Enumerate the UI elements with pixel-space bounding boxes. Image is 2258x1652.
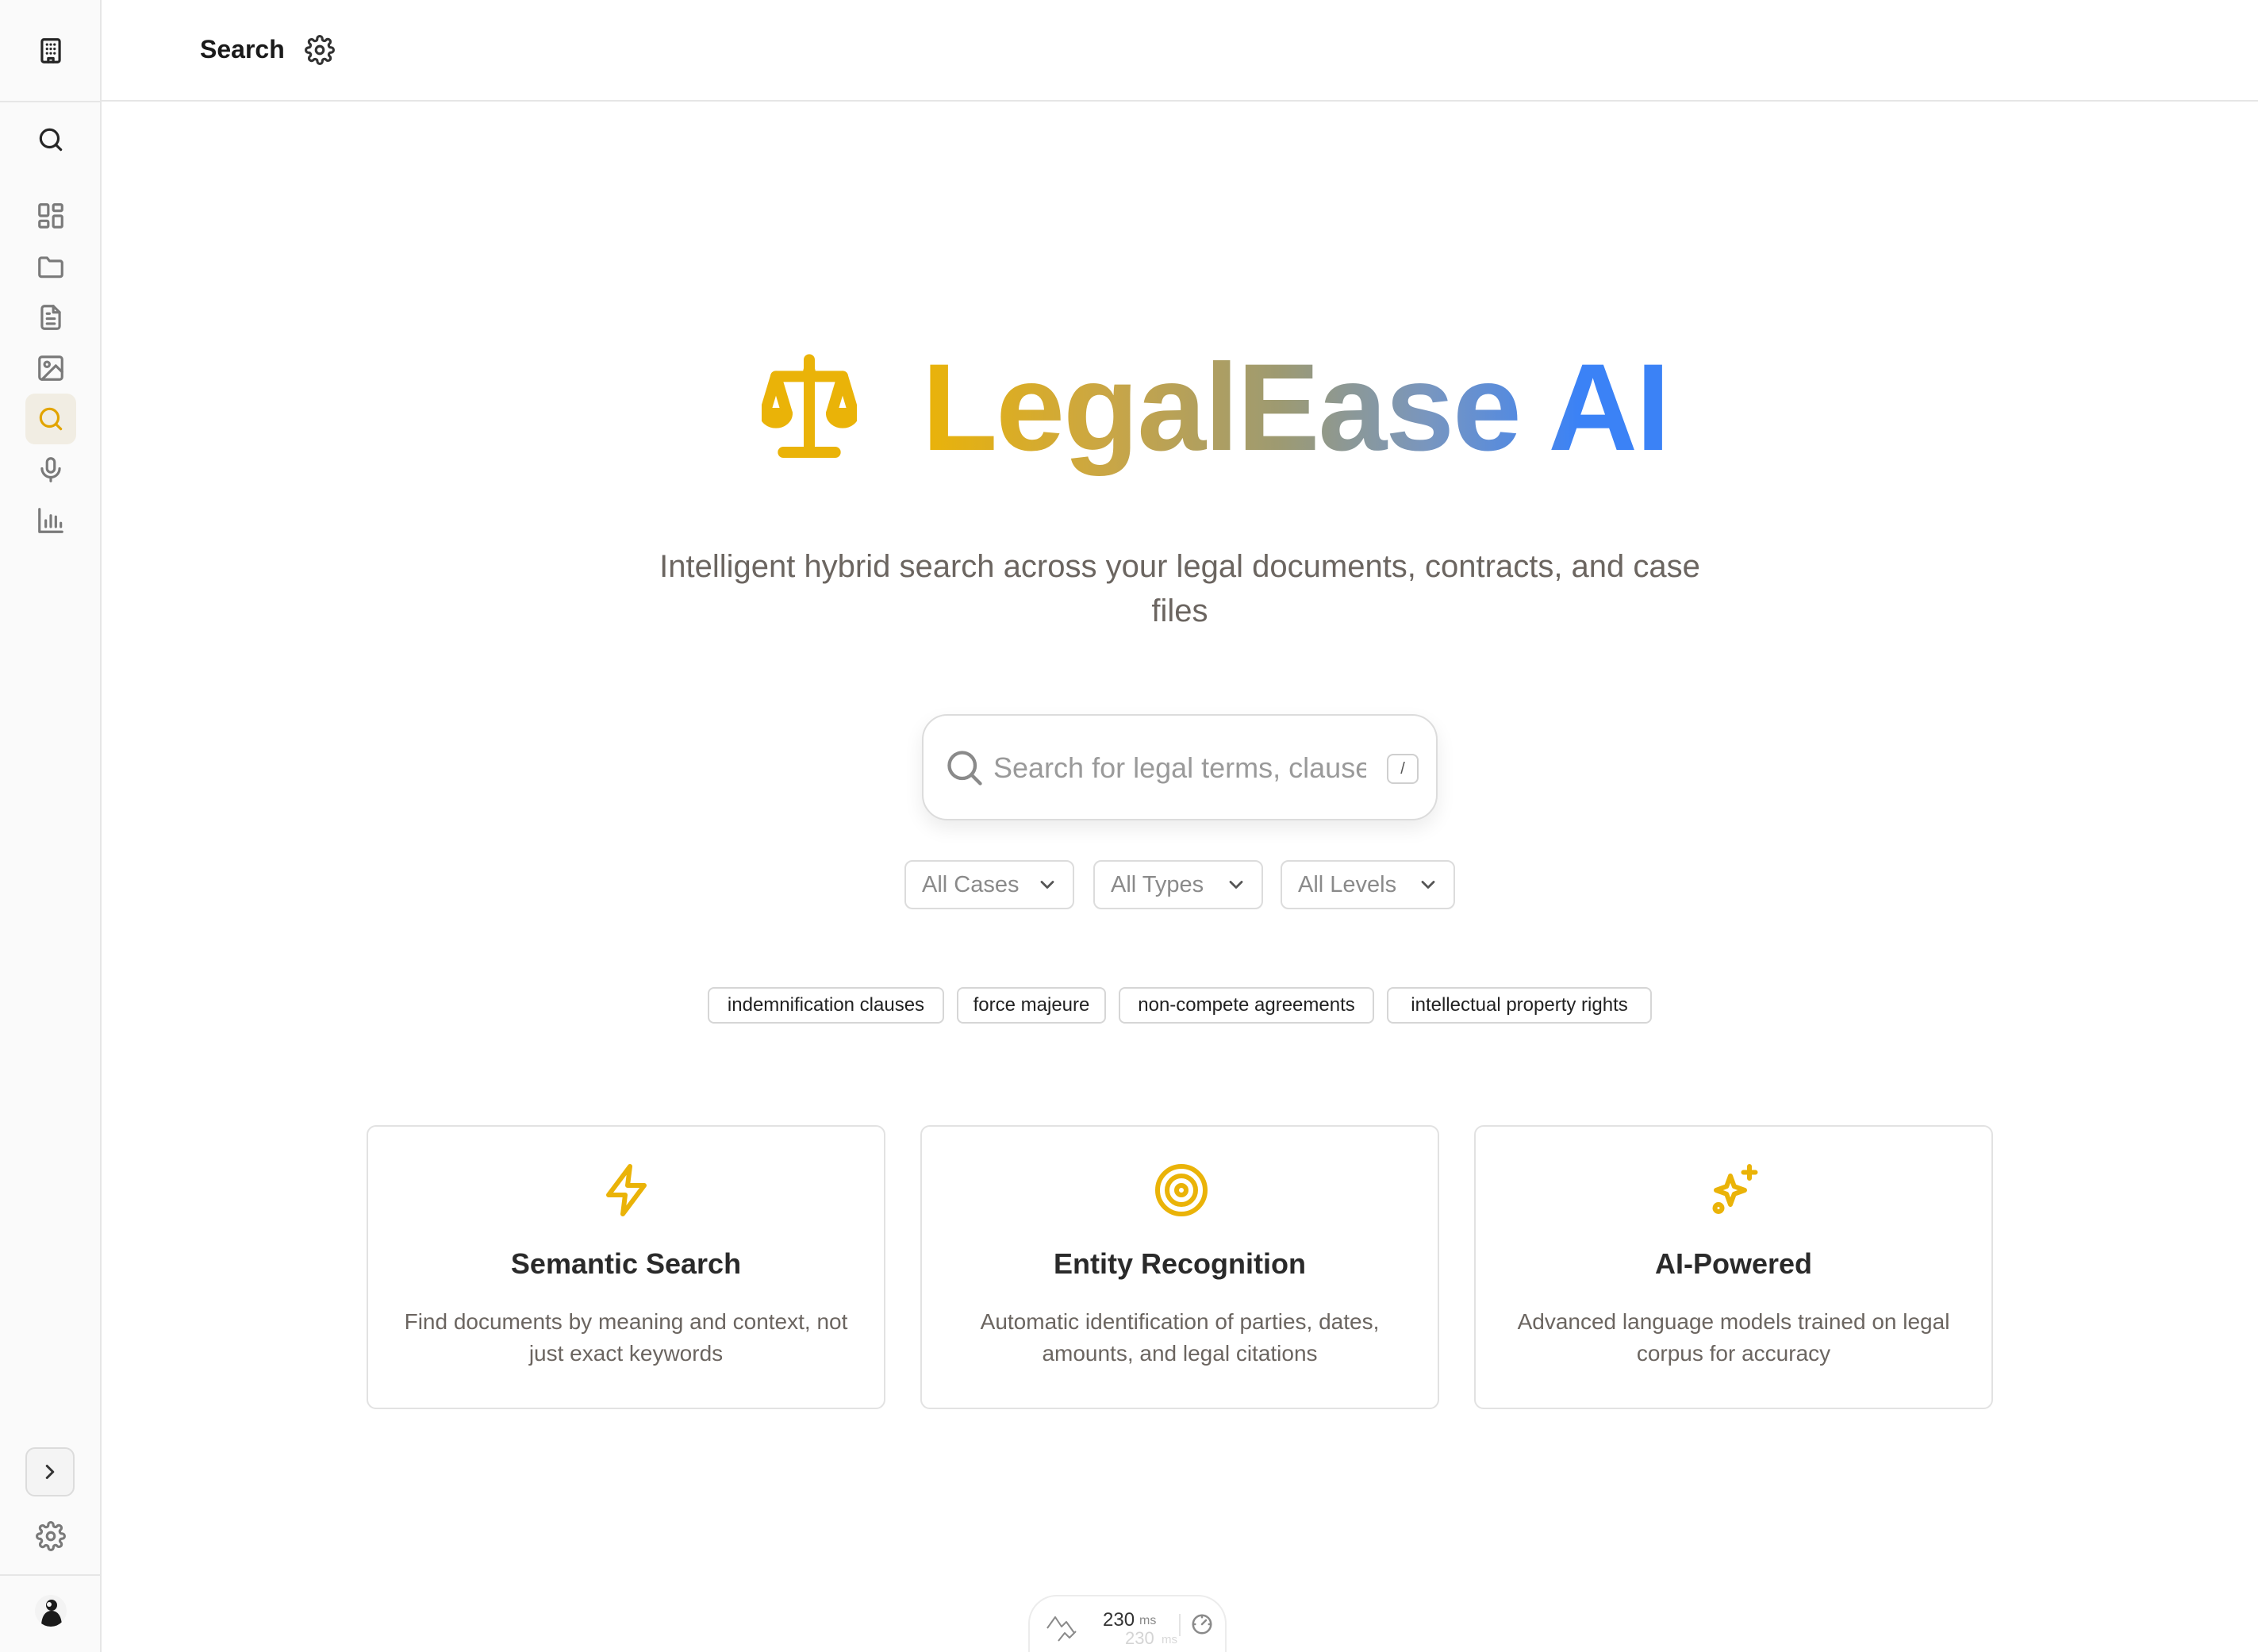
filter-cases-select[interactable]: All Cases — [904, 860, 1074, 909]
avatar[interactable] — [35, 1595, 67, 1627]
filter-levels-select[interactable]: All Levels — [1281, 860, 1455, 909]
document-icon[interactable] — [25, 292, 76, 343]
microphone-icon[interactable] — [25, 444, 76, 495]
search-icon-active[interactable] — [25, 394, 76, 444]
feature-title: Entity Recognition — [1054, 1247, 1306, 1280]
feature-description: Automatic identification of parties, dat… — [980, 1309, 1380, 1366]
latency-value-shadow: 230 — [1125, 1628, 1154, 1648]
bar-chart-icon[interactable] — [25, 495, 76, 546]
lightning-icon — [599, 1162, 656, 1219]
brand-title: LegalEase AI — [922, 336, 1670, 479]
latency-indicator[interactable]: 230 ms 230 ms — [1028, 1595, 1227, 1652]
feature-description: Advanced language models trained on lega… — [1517, 1309, 1950, 1366]
suggestion-chip[interactable]: force majeure — [957, 987, 1106, 1024]
sparkles-icon — [1707, 1162, 1764, 1219]
filter-label: All Levels — [1298, 871, 1397, 897]
search-input[interactable] — [993, 744, 1366, 792]
settings-gear-icon[interactable] — [305, 35, 335, 65]
filter-types-select[interactable]: All Types — [1093, 860, 1263, 909]
building-icon[interactable] — [25, 25, 76, 76]
chevron-right-icon — [45, 1465, 55, 1479]
search-icon[interactable] — [25, 114, 76, 165]
top-bar: Search — [102, 0, 2258, 102]
target-icon — [1153, 1162, 1210, 1219]
sidebar-divider — [0, 101, 102, 102]
filter-label: All Cases — [922, 871, 1020, 897]
chevron-down-icon — [1421, 881, 1435, 889]
feature-description: Find documents by meaning and context, n… — [404, 1309, 848, 1366]
image-icon[interactable] — [25, 343, 76, 394]
feature-card: Semantic Search Find documents by meanin… — [367, 1125, 885, 1409]
suggestion-chip[interactable]: intellectual property rights — [1387, 987, 1652, 1024]
folder-icon[interactable] — [25, 241, 76, 292]
suggestion-chip[interactable]: non-compete agreements — [1119, 987, 1374, 1024]
gauge-icon[interactable] — [1190, 1612, 1214, 1636]
sidebar-expand-button[interactable] — [25, 1447, 75, 1496]
gear-icon[interactable] — [25, 1511, 76, 1562]
chevron-down-icon — [1229, 881, 1243, 889]
page-title: Search — [200, 35, 285, 63]
latency-divider — [1179, 1614, 1181, 1636]
tagline: Intelligent hybrid search across your le… — [659, 549, 1700, 628]
filter-label: All Types — [1111, 871, 1204, 897]
suggestion-chip[interactable]: indemnification clauses — [708, 987, 944, 1024]
feature-title: Semantic Search — [510, 1247, 742, 1280]
mountain-logo-icon — [1046, 1611, 1082, 1642]
feature-title: AI-Powered — [1654, 1247, 1813, 1280]
dashboard-icon[interactable] — [25, 190, 76, 241]
chevron-down-icon — [1040, 881, 1054, 889]
latency-unit-shadow: ms — [1162, 1633, 1177, 1646]
scales-icon — [759, 352, 859, 463]
app-window: Search LegalEase AI Intelligent hybrid s… — [0, 0, 2258, 1652]
sidebar-divider — [0, 1574, 102, 1576]
latency-unit: ms — [1139, 1614, 1157, 1627]
sidebar — [0, 0, 102, 1652]
search-box: / — [922, 714, 1438, 820]
search-icon — [944, 747, 985, 789]
feature-card: AI-Powered Advanced language models trai… — [1474, 1125, 1993, 1409]
keyboard-shortcut-hint: / — [1387, 754, 1419, 784]
feature-card: Entity Recognition Automatic identificat… — [920, 1125, 1439, 1409]
